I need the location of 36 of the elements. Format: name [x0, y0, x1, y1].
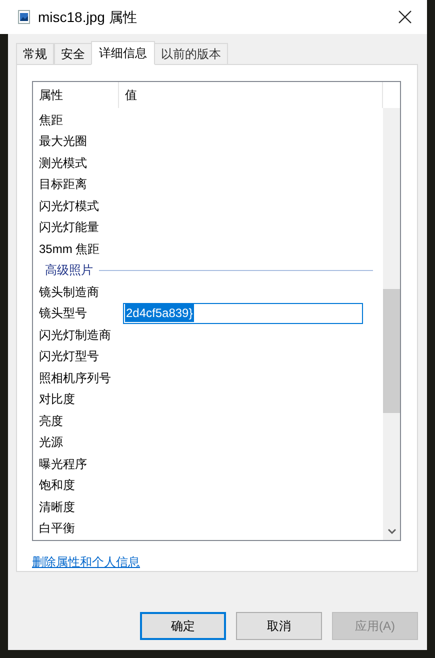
- tab[interactable]: 常规: [16, 43, 54, 64]
- property-name: 光源: [39, 434, 64, 452]
- property-name: 闪光灯能量: [39, 219, 100, 236]
- dialog-button[interactable]: 取消: [236, 612, 322, 640]
- property-name: 曝光程序: [39, 456, 88, 473]
- property-name: 饱和度: [39, 477, 76, 494]
- property-name: 清晰度: [39, 498, 76, 516]
- property-name: 对比度: [39, 391, 76, 408]
- property-name: 焦距: [39, 112, 64, 129]
- dialog-button[interactable]: 确定: [140, 612, 226, 640]
- property-name: 镜头型号: [39, 305, 88, 322]
- property-name: 闪光灯模式: [39, 198, 100, 215]
- property-name: 测光模式: [39, 154, 88, 172]
- close-icon: [398, 10, 412, 24]
- value-field[interactable]: 2d4cf5a839}: [123, 302, 363, 324]
- remove-properties-link[interactable]: 删除属性和个人信息: [32, 555, 140, 569]
- selected-value-text: 2d4cf5a839}: [125, 304, 194, 322]
- image-file-icon: [18, 10, 30, 24]
- tab[interactable]: 详细信息: [91, 41, 155, 65]
- property-name: 照相机序列号: [39, 370, 112, 387]
- scrollbar[interactable]: [383, 108, 400, 540]
- property-name: 闪光灯型号: [39, 348, 100, 366]
- property-name: 闪光灯制造商: [39, 326, 112, 344]
- property-name: 亮度: [39, 412, 64, 430]
- property-name: 最大光圈: [39, 133, 88, 150]
- property-name: 白平衡: [39, 520, 76, 538]
- column-header[interactable]: 属性: [33, 82, 119, 108]
- window-title: misc18.jpg 属性: [38, 8, 137, 27]
- scroll-down-icon: [388, 529, 396, 534]
- tab[interactable]: 安全: [54, 43, 92, 64]
- column-header[interactable]: 值: [119, 82, 383, 108]
- property-name: 镜头制造商: [39, 284, 100, 301]
- property-name: 目标距离: [39, 176, 88, 194]
- tab[interactable]: 以前的版本: [154, 43, 228, 64]
- property-name: 35mm 焦距: [39, 240, 101, 258]
- group-header[interactable]: 高级照片: [45, 261, 93, 280]
